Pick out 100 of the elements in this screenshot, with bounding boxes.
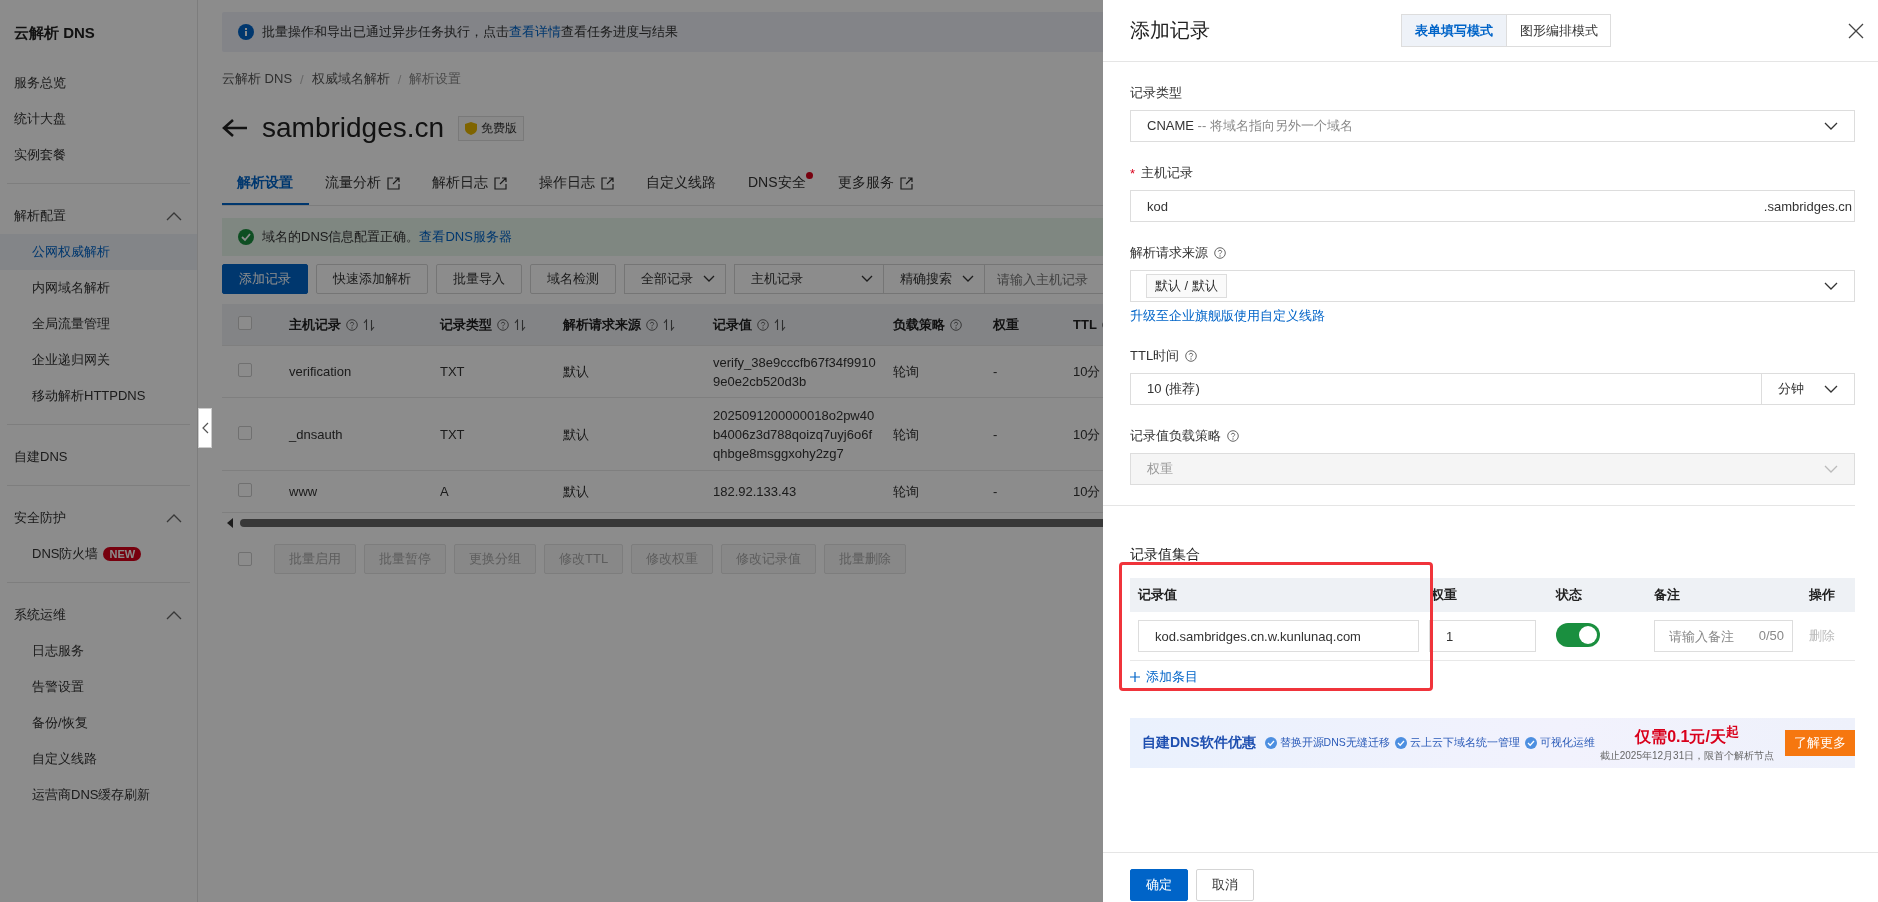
tab[interactable]: 解析设置 [222,164,309,205]
help-icon[interactable] [1214,247,1226,259]
toolbar-button[interactable]: 域名检测 [530,264,616,294]
scrollbar-thumb[interactable] [240,519,1103,527]
check-circle-icon [1394,737,1407,749]
mode-tab[interactable]: 表单填写模式 [1402,15,1506,46]
breadcrumb-separator: / [300,71,304,87]
field-label: 解析请求来源 [1130,244,1208,262]
domain-suffix: .sambridges.cn [1763,198,1852,214]
breadcrumb-item[interactable]: 权威域名解析 [311,70,390,88]
sidebar-group-header[interactable]: 安全防护 [7,500,190,536]
external-link-icon [601,176,614,190]
sidebar-item[interactable]: 公网权威解析 [0,234,197,270]
details-link[interactable]: 查看详情 [509,24,561,39]
tab[interactable]: 解析日志 [416,164,523,205]
table-cell-text: - [993,363,998,381]
sidebar-item[interactable]: 日志服务 [0,633,197,669]
tab[interactable]: 更多服务 [821,164,929,205]
help-icon[interactable] [950,318,962,331]
table-cell-text: www [289,483,318,501]
batch-checkbox[interactable] [238,552,252,566]
toolbar-button[interactable]: 添加记录 [222,264,308,294]
row-checkbox[interactable] [238,483,252,497]
sidebar-item[interactable]: 自建DNS [0,439,197,475]
sidebar-item[interactable]: 告警设置 [0,669,197,705]
help-icon[interactable] [646,318,658,331]
help-icon[interactable] [497,318,509,331]
table-cell-text: - [993,483,998,501]
column-header: 解析请求来源 [563,315,641,334]
dns-servers-link[interactable]: 查看DNS服务器 [419,229,512,244]
offer-note: 截止2025年12月31日，限首个解析节点 [1599,748,1775,763]
sidebar-group-header[interactable]: 解析配置 [7,198,190,234]
sidebar-item[interactable]: 统计大盘 [0,101,197,137]
promo-banner[interactable]: 自建DNS软件优惠 替换开源DNS无缝迁移 云上云下域名统一管理 可视化运维 仅需0.1元/天$^{起}$ 截止2025年12月31日，限首个解析节点 了解更多 [1130,718,1855,768]
shield-icon [465,121,478,135]
tab[interactable]: 操作日志 [523,164,630,205]
row-checkbox[interactable] [238,425,252,440]
sidebar-item[interactable]: 运营商DNS缓存刷新 [0,777,197,813]
feature-text: 云上云下域名统一管理 [1409,736,1520,750]
tab[interactable]: 流量分析 [309,164,416,205]
filter-dropdown[interactable]: 主机记录 [734,264,884,294]
column-header: 状态 [1554,586,1583,604]
source-select[interactable]: 默认 / 默认 [1130,270,1855,302]
collapse-sidebar-button[interactable] [198,408,212,448]
chevron-down-icon [861,275,873,283]
back-arrow-icon[interactable] [222,118,248,138]
scroll-left-icon[interactable] [226,518,234,528]
feature-text: 替换开源DNS无缝迁移 [1279,736,1390,750]
field-value: kod [1147,198,1168,214]
status-toggle[interactable] [1556,622,1600,647]
tab[interactable]: 自定义线路 [630,164,732,205]
record-type-select[interactable]: CNAME -- 将域名指向另外一个域名 [1130,110,1855,142]
sidebar-item[interactable]: DNS防火墙 NEW [0,536,197,572]
help-icon[interactable] [757,318,769,331]
check-circle-icon [238,229,254,245]
column-header: 记录值 [713,315,752,334]
modal-overlay[interactable] [0,0,1103,902]
help-icon[interactable] [1227,430,1239,442]
column-header: 记录类型 [440,315,492,334]
footer-button[interactable]: 确定 [1130,869,1188,901]
sidebar-item[interactable]: 自定义线路 [0,741,197,777]
footer-button[interactable]: 取消 [1196,869,1254,901]
table-cell-text: 轮询 [893,483,919,501]
ttl-field[interactable]: 10 (推荐) [1130,373,1762,405]
add-entry-link[interactable]: 添加条目 [1130,668,1198,686]
help-icon[interactable] [346,318,358,331]
sidebar-item[interactable]: 移动解析HTTPDNS [0,378,197,414]
filter-dropdown[interactable]: 全部记录 [624,264,726,294]
sort-icon[interactable] [663,318,675,331]
upgrade-link[interactable]: 升级至企业旗舰版使用自定义线路 [1130,308,1325,323]
sidebar-item[interactable]: 内网域名解析 [0,270,197,306]
sidebar-item[interactable]: 服务总览 [0,65,197,101]
selected-tag: 默认 / 默认 [1146,274,1227,298]
notification-dot [805,172,813,179]
unit-select[interactable]: 分钟 [1762,373,1855,405]
sidebar-item[interactable]: 企业递归网关 [0,342,197,378]
tab[interactable]: DNS安全 [732,164,822,205]
sort-icon[interactable] [514,318,526,331]
check-circle-icon [1264,737,1277,749]
sort-icon[interactable] [774,318,786,331]
plus-icon [1130,672,1140,682]
record-value-field[interactable]: kod.sambridges.cn.w.kunlunaq.com [1138,620,1419,652]
row-checkbox[interactable] [238,363,252,377]
sidebar-item[interactable]: 备份/恢复 [0,705,197,741]
help-icon[interactable] [1185,350,1198,362]
column-header: 负载策略 [893,315,945,334]
breadcrumb-item[interactable]: 云解析 DNS [222,70,293,88]
sort-icon[interactable] [363,318,375,331]
search-field[interactable]: 请输入主机记录 [984,264,1103,294]
table-cell-text: 182.92.133.43 [713,483,797,501]
learn-more-button[interactable]: 了解更多 [1785,730,1855,756]
toolbar-button[interactable]: 快速添加解析 [316,264,428,294]
host-record-field[interactable]: kod .sambridges.cn [1130,190,1855,222]
select-all-checkbox[interactable] [238,316,252,330]
sidebar-item[interactable]: 实例套餐 [0,137,197,173]
sidebar-item[interactable]: 全局流量管理 [0,306,197,342]
weight-field[interactable]: 1 [1429,620,1536,652]
toolbar-button[interactable]: 批量导入 [436,264,522,294]
close-icon[interactable] [1848,22,1864,39]
sidebar-group-header[interactable]: 系统运维 [7,597,190,633]
